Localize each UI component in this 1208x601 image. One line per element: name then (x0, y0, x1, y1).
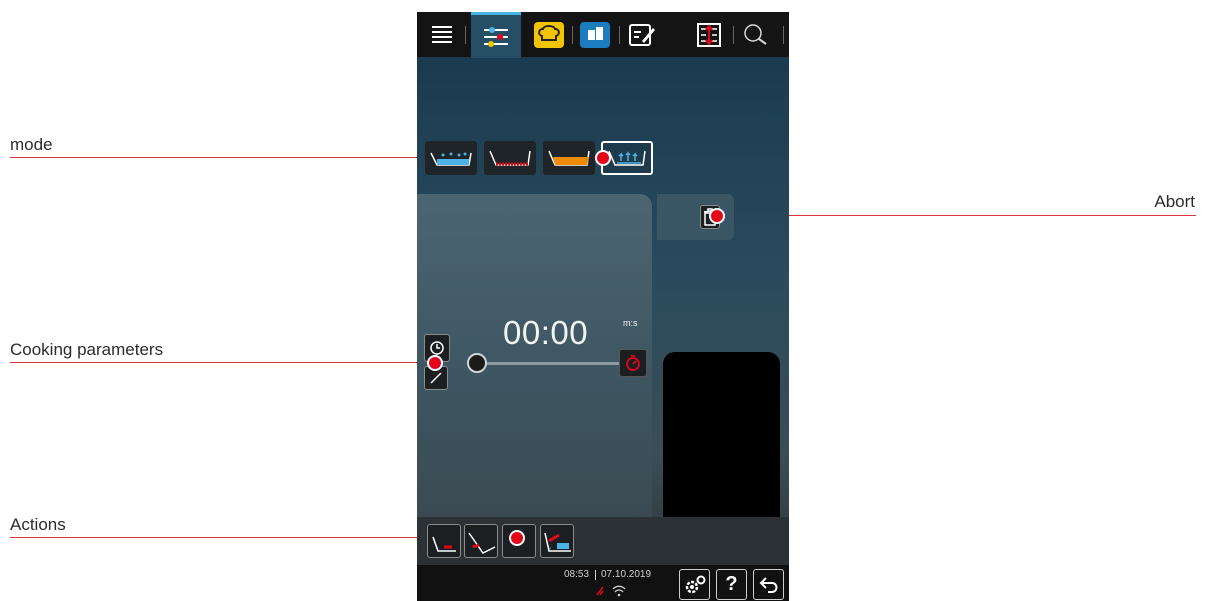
mode-pan-heat-button[interactable] (484, 141, 536, 175)
back-button[interactable] (753, 569, 784, 600)
timer-mode-button[interactable] (619, 349, 647, 377)
time-slider-handle[interactable] (467, 353, 487, 373)
mode-boil-button[interactable] (425, 141, 477, 175)
tab-separator (783, 26, 784, 44)
callout-cooking-parameters-label: Cooking parameters (10, 340, 164, 359)
chef-tab[interactable] (531, 18, 567, 52)
status-divider (595, 570, 596, 580)
status-time: 08:53 (564, 569, 590, 580)
time-slider-track[interactable] (479, 362, 627, 365)
back-arrow-icon (759, 576, 777, 593)
timer-display: 00:00 (503, 314, 589, 351)
chef-hat-icon (534, 22, 564, 48)
action-fill-water-button[interactable] (540, 524, 574, 558)
help-button[interactable]: ? (716, 569, 747, 600)
device-screen: 00:00 m:s 08:53 07.10.2019 ? (417, 12, 789, 601)
callout-mode-label: mode (10, 135, 53, 154)
tab-separator (733, 26, 734, 44)
callout-actions-label: Actions (10, 515, 66, 534)
water-fill-icon (544, 532, 571, 552)
mode-fry-button[interactable] (543, 141, 595, 175)
edit-tab[interactable] (625, 18, 659, 52)
status-icons (595, 583, 629, 601)
action-pan-button[interactable] (427, 524, 461, 558)
cooking-parameters-icon (484, 26, 508, 47)
pan-action-icon (432, 536, 456, 552)
top-navigation-bar (417, 12, 789, 58)
search-icon (744, 24, 767, 45)
tab-separator (619, 26, 620, 44)
settings-button[interactable] (679, 569, 710, 600)
tilt-action-icon (468, 532, 496, 554)
menu-tab[interactable] (425, 18, 459, 52)
status-date: 07.10.2019 (601, 569, 652, 580)
cooking-panel (417, 194, 652, 519)
callout-cooking-parameters-line (10, 362, 434, 363)
timer-unit: m:s (623, 318, 638, 328)
gear-icon (685, 575, 705, 593)
edit-icon (629, 24, 655, 46)
action-tilt-button[interactable] (464, 524, 498, 558)
callout-abort-dot (709, 208, 725, 224)
side-display-panel (663, 352, 780, 524)
program-icon (580, 22, 610, 48)
network-status-icon (596, 585, 626, 597)
program-tab[interactable] (577, 18, 613, 52)
temperature-icon (697, 23, 721, 47)
mode-boil-icon (430, 152, 472, 166)
callout-abort-label: Abort (1154, 192, 1195, 211)
callout-actions-dot (509, 530, 525, 546)
stopwatch-icon (626, 355, 640, 371)
mode-pan-heat-icon (489, 150, 531, 166)
callout-mode-dot (595, 150, 611, 166)
callout-cooking-parameters-dot (427, 355, 443, 371)
tab-separator (465, 26, 466, 44)
tab-separator (572, 26, 573, 44)
mode-fry-icon (548, 150, 590, 166)
search-tab[interactable] (739, 18, 773, 52)
temperature-tab[interactable] (693, 18, 725, 52)
cooking-parameters-tab[interactable] (471, 12, 521, 58)
probe-icon (430, 372, 442, 384)
menu-lines-icon (432, 26, 452, 43)
